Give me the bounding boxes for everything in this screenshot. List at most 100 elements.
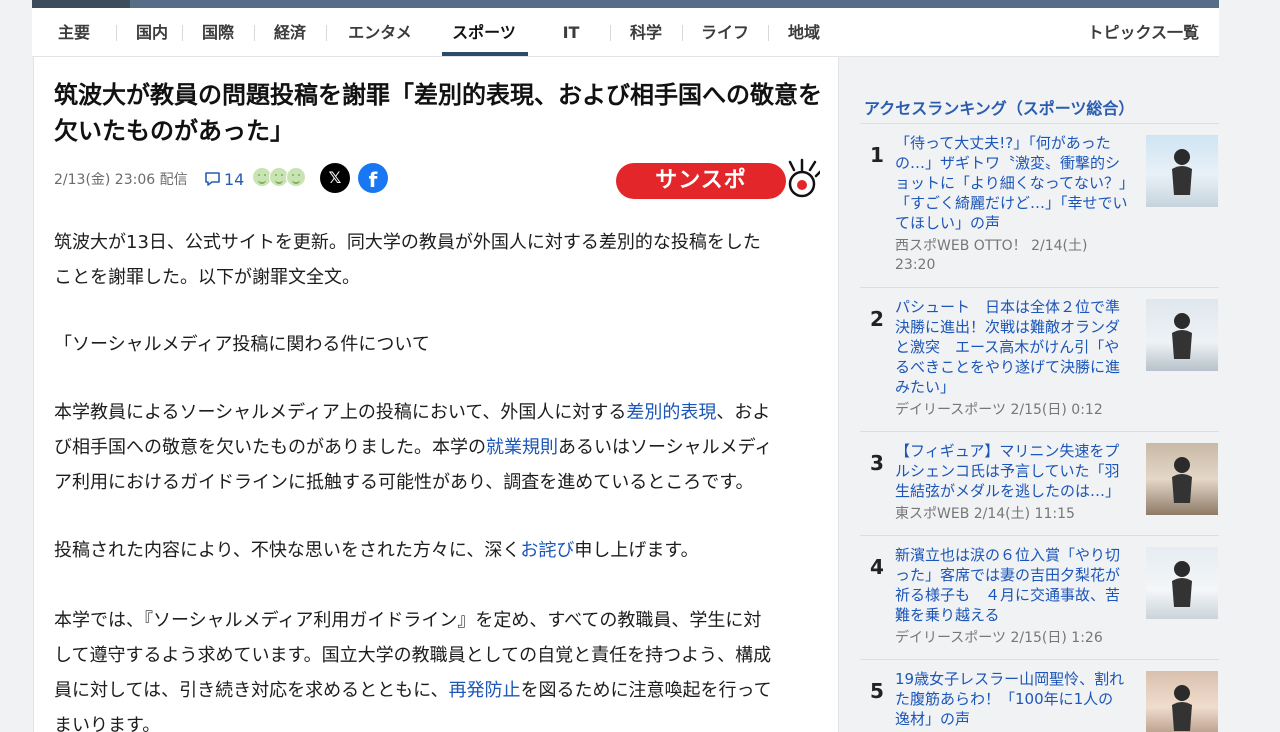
ranking-thumbnail[interactable]	[1146, 443, 1218, 515]
article-text: 「ソーシャルメディア投稿に関わる件について	[54, 334, 430, 355]
article-date: 2/13(金) 23:06	[54, 172, 156, 188]
ranking-headline-line: パシュート 日本は全体２位で準	[895, 298, 1121, 316]
article-line: 本学教員によるソーシャルメディア上の投稿において、外国人に対する差別的表現、およ	[54, 395, 824, 430]
article-text: まいります。	[54, 715, 161, 732]
comment-icon	[205, 172, 220, 186]
article-text: あるいはソーシャルメディ	[558, 437, 773, 458]
nav-item-main[interactable]: 主要	[32, 8, 116, 57]
nav-item-economy[interactable]: 経済	[254, 8, 326, 57]
article-text: ア利用におけるガイドラインに抵触する可能性があり、調査を進めているところです。	[54, 472, 754, 493]
ranking-headline-line: 難を乗り越える	[895, 606, 1000, 624]
article-text: ことを謝罪した。以下が謝罪文全文。	[54, 267, 360, 288]
article-title: 筑波大が教員の問題投稿を謝罪「差別的表現、および相手国への敬意を欠いたものがあっ…	[54, 81, 822, 145]
nav-item-life[interactable]: ライフ	[682, 8, 768, 57]
keyword-link[interactable]: お詫び	[520, 540, 574, 561]
ranking-thumbnail[interactable]	[1146, 547, 1218, 619]
nav-item-science[interactable]: 科学	[610, 8, 682, 57]
ranking-source-line: 西スポWEB OTTO！ 2/14(土)	[895, 238, 1088, 254]
athlete-figure-icon	[1172, 561, 1192, 607]
article-text: を図るために注意喚起を行って	[520, 680, 772, 701]
ranking-source-line: デイリースポーツ 2/15(日) 1:26	[895, 630, 1103, 646]
athlete-figure-icon	[1172, 685, 1192, 731]
ranking-title-divider	[860, 123, 1219, 124]
athlete-figure-icon	[1172, 313, 1192, 359]
ranking-headline-line: った」客席では妻の吉田夕梨花が	[895, 566, 1121, 584]
article-line: 筑波大が13日、公式サイトを更新。同大学の教員が外国人に対する差別的な投稿をした	[54, 225, 824, 260]
article-paragraph: 投稿された内容により、不快な思いをされた方々に、深くお詫び申し上げます。	[54, 533, 824, 568]
smile-face-icon	[286, 167, 306, 187]
keyword-link[interactable]: 再発防止	[449, 680, 521, 701]
article-line: まいります。	[54, 708, 824, 732]
category-nav: 主要 国内 国際 経済 エンタメ スポーツ IT 科学 ライフ 地域 トピックス…	[32, 8, 1219, 57]
ranking-thumbnail[interactable]	[1146, 135, 1218, 207]
ranking-number: 1	[870, 143, 884, 167]
publisher-logo[interactable]: サンスポ	[616, 158, 820, 202]
athlete-figure-icon	[1172, 149, 1192, 195]
article-text: して遵守するよう求めています。国立大学の教職員としての自覚と責任を持つよう、構成	[54, 645, 772, 666]
ranking-headline-line: た腹筋あらわ！「100年に1人の	[895, 690, 1114, 708]
ranking-divider	[860, 431, 1219, 432]
article-text: び相手国への敬意を欠いたものがありました。本学の	[54, 437, 486, 458]
reaction-faces[interactable]	[252, 167, 306, 187]
ranking-headline-line: てほしい」の声	[895, 214, 1001, 232]
x-share-icon[interactable]: 𝕏	[320, 163, 350, 193]
ranking-title[interactable]: アクセスランキング（スポーツ総合）	[864, 95, 1134, 119]
ranking-headline-line: の…」ザギトワ〝激変〟衝撃的シ	[895, 154, 1121, 172]
article-line: 「ソーシャルメディア投稿に関わる件について	[54, 327, 824, 362]
article-text: 申し上げます。	[574, 540, 699, 561]
ranking-divider	[860, 287, 1219, 288]
nav-item-it[interactable]: IT	[532, 8, 610, 57]
topics-list-link[interactable]: トピックス一覧	[1087, 8, 1199, 57]
article-line: 本学では、『ソーシャルメディア利用ガイドライン』を定め、すべての教職員、学生に対	[54, 603, 824, 638]
article-paragraph: 筑波大が13日、公式サイトを更新。同大学の教員が外国人に対する差別的な投稿をした…	[54, 225, 824, 295]
article-line: ア利用におけるガイドラインに抵触する可能性があり、調査を進めているところです。	[54, 465, 824, 500]
article-text: 本学では、『ソーシャルメディア利用ガイドライン』を定め、すべての教職員、学生に対	[54, 610, 762, 631]
article-paragraph: 本学では、『ソーシャルメディア利用ガイドライン』を定め、すべての教職員、学生に対…	[54, 603, 824, 732]
nav-item-sports[interactable]: スポーツ	[436, 8, 532, 57]
ranking-source: デイリースポーツ 2/15(日) 1:26	[895, 629, 1103, 648]
article-line: び相手国への敬意を欠いたものがありました。本学の就業規則あるいはソーシャルメディ	[54, 430, 824, 465]
article-line: ことを謝罪した。以下が謝罪文全文。	[54, 260, 824, 295]
ranking-thumbnail[interactable]	[1146, 299, 1218, 371]
ranking-headline-line: 「すごく綺麗だけど…」「幸せでい	[895, 194, 1128, 212]
article-text: 投稿された内容により、不快な思いをされた方々に、深く	[54, 540, 521, 561]
ranking-headline[interactable]: 「待って大丈夫!?」「何があった の…」ザギトワ〝激変〟衝撃的シ ョットに「より細く…	[895, 133, 1135, 233]
ranking-headline-line: ョットに「より細くなってない？」	[895, 174, 1134, 192]
ranking-thumbnail[interactable]	[1146, 671, 1218, 732]
article-line: して遵守するよう求めています。国立大学の教職員としての自覚と責任を持つよう、構成	[54, 638, 824, 673]
ranking-divider	[860, 535, 1219, 536]
ranking-headline-line: と激突 エース高木がけん引「や	[895, 338, 1120, 356]
nav-item-entertainment[interactable]: エンタメ	[326, 8, 434, 57]
ranking-headline[interactable]: パシュート 日本は全体２位で準 決勝に進出！次戦は難敵オランダ と激突 エース高木が…	[895, 297, 1135, 397]
article-text: 本学教員によるソーシャルメディア上の投稿において、外国人に対する	[54, 402, 627, 423]
ranking-source: デイリースポーツ 2/15(日) 0:12	[895, 401, 1103, 420]
ranking-divider	[860, 659, 1219, 660]
ranking-headline-line: 新濱立也は涙の６位入賞「やり切	[895, 546, 1121, 564]
ranking-headline-line: 「待って大丈夫!?」「何があった	[895, 134, 1111, 152]
ranking-number: 2	[870, 307, 884, 331]
article-panel: 筑波大が教員の問題投稿を謝罪「差別的表現、および相手国への敬意を欠いたものがあっ…	[33, 57, 839, 732]
ranking-headline[interactable]: 19歳女子レスラー山岡聖怜、割れ た腹筋あらわ！「100年に1人の 逸材」の声	[895, 669, 1135, 729]
article-text: 筑波大が13日、公式サイトを更新。同大学の教員が外国人に対する差別的な投稿をした	[54, 232, 761, 253]
article-delivered-label: 配信	[159, 172, 188, 188]
ranking-number: 5	[870, 679, 884, 703]
nav-item-domestic[interactable]: 国内	[116, 8, 188, 57]
keyword-link[interactable]: 差別的表現	[626, 402, 716, 423]
facebook-share-icon[interactable]: f	[358, 163, 388, 193]
article-meta: 2/13(金) 23:06 配信	[54, 169, 188, 191]
nav-active-indicator	[442, 52, 528, 56]
ranking-headline-line: 生結弦がメダルを逃したのは…」	[895, 482, 1121, 500]
keyword-link[interactable]: 就業規則	[486, 437, 558, 458]
nav-item-region[interactable]: 地域	[768, 8, 840, 57]
ranking-headline-line: 決勝に進出！次戦は難敵オランダ	[895, 318, 1121, 336]
ranking-headline-line: 祈る様子も ４月に交通事故、苦	[895, 586, 1121, 604]
comment-count-link[interactable]: 14	[204, 167, 244, 191]
ranking-headline[interactable]: 【フィギュア】マリニン失速をプ ルシェンコ氏は予言していた「羽 生結弦がメダルを逃し…	[895, 441, 1135, 501]
top-accent-bar	[32, 0, 1219, 8]
top-accent-segment	[32, 0, 130, 8]
nav-item-international[interactable]: 国際	[182, 8, 254, 57]
article-line: 員に対しては、引き続き対応を求めるとともに、再発防止を図るために注意喚起を行って	[54, 673, 824, 708]
ranking-headline-line: みたい」	[895, 378, 956, 396]
ranking-headline[interactable]: 新濱立也は涙の６位入賞「やり切 った」客席では妻の吉田夕梨花が 祈る様子も ４月に交…	[895, 545, 1135, 625]
ranking-headline-line: 19歳女子レスラー山岡聖怜、割れ	[895, 670, 1125, 688]
